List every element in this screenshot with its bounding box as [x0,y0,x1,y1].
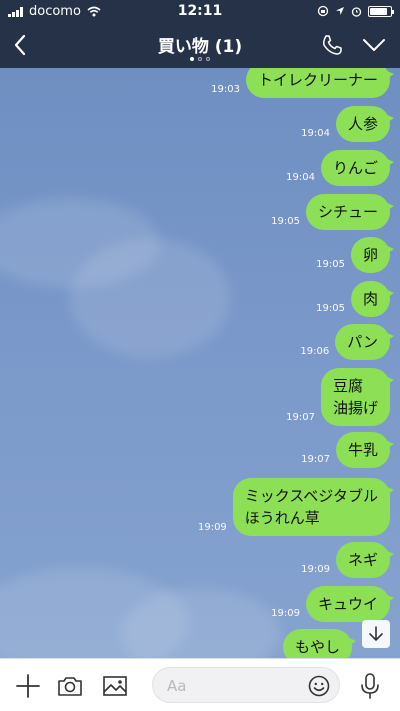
plus-icon [16,674,40,698]
message-row: 19:06 パン [300,324,394,360]
message-row: もやし [282,629,357,658]
message-time: 19:03 [211,84,240,95]
phone-icon [323,35,342,55]
message-line: ほうれん草 [244,509,320,527]
arrow-down-icon [369,626,383,641]
message-time: 19:04 [301,128,330,139]
camera-button[interactable] [56,672,84,700]
message-bubble[interactable]: キュウイ [305,586,395,622]
message-input[interactable] [167,675,297,697]
message-row: 19:07 豆腐 油揚げ [286,368,395,426]
camera-icon [58,677,82,696]
message-bubble[interactable]: シチュー [305,194,395,230]
message-time: 19:05 [271,216,300,227]
chevron-down-icon [363,39,385,51]
image-icon [103,676,127,696]
message-time: 19:07 [301,454,330,465]
message-row: 19:05 肉 [316,281,395,317]
chat-area[interactable]: 19:03 トイレクリーナー 19:04 人参 19:04 りんご 19:05 … [0,68,400,658]
message-row: 19:09 ネギ [301,542,395,578]
background-cloud [70,238,230,358]
message-bubble[interactable]: ミックスベジタブル ほうれん草 [232,478,395,536]
location-icon [336,7,344,15]
message-bubble[interactable]: 豆腐 油揚げ [320,368,395,426]
message-row: 19:07 牛乳 [301,432,395,468]
status-right [317,5,394,17]
message-time: 19:05 [316,259,345,270]
message-time: 19:05 [316,303,345,314]
message-bubble[interactable]: ネギ [335,542,395,578]
message-row: 19:04 人参 [301,106,395,142]
message-bubble[interactable]: もやし [282,629,357,658]
page-dot [198,57,202,61]
message-bubble[interactable]: 肉 [350,281,395,317]
message-bubble[interactable]: 卵 [350,237,395,273]
message-time: 19:09 [271,608,300,619]
message-bubble[interactable]: 牛乳 [335,432,395,468]
call-button[interactable] [320,33,344,57]
message-bubble[interactable]: トイレクリーナー [245,68,395,98]
emoji-button[interactable] [307,674,331,698]
chat-header: docomo 12:11 買い物 (1) [0,0,400,68]
page-indicator [0,57,400,61]
message-bubble[interactable]: パン [335,324,394,360]
message-row: 19:05 シチュー [271,194,395,230]
status-bar: docomo 12:11 [0,0,400,24]
message-line: ミックスベジタブル [244,487,378,505]
microphone-icon [361,673,379,699]
scroll-to-bottom-button[interactable] [362,620,390,648]
message-row: 19:03 トイレクリーナー [211,68,395,98]
alarm-icon [351,6,362,17]
voice-button[interactable] [356,672,384,700]
message-bubble[interactable]: りんご [320,150,395,186]
battery-icon [368,5,394,17]
message-line: 豆腐 [332,377,363,395]
image-button[interactable] [101,672,129,700]
message-bubble[interactable]: 人参 [335,106,395,142]
message-time: 19:07 [286,412,315,423]
add-button[interactable] [14,672,42,700]
message-input-bar [0,658,400,711]
message-time: 19:06 [300,346,330,357]
message-row: 19:09 キュウイ [271,586,395,622]
message-row: 19:04 りんご [286,150,395,186]
emoji-icon [308,675,330,697]
message-row: 19:05 卵 [316,237,395,273]
menu-toggle-button[interactable] [362,36,386,54]
message-line: 油揚げ [332,399,378,417]
message-time: 19:04 [286,172,315,183]
message-time: 19:09 [301,564,330,575]
page-dot [190,57,194,61]
message-row: 19:09 ミックスベジタブル ほうれん草 [197,478,395,536]
message-time: 19:09 [197,522,227,533]
rotation-lock-icon [317,5,329,17]
message-text-field[interactable] [152,667,340,703]
page-dot [206,57,210,61]
